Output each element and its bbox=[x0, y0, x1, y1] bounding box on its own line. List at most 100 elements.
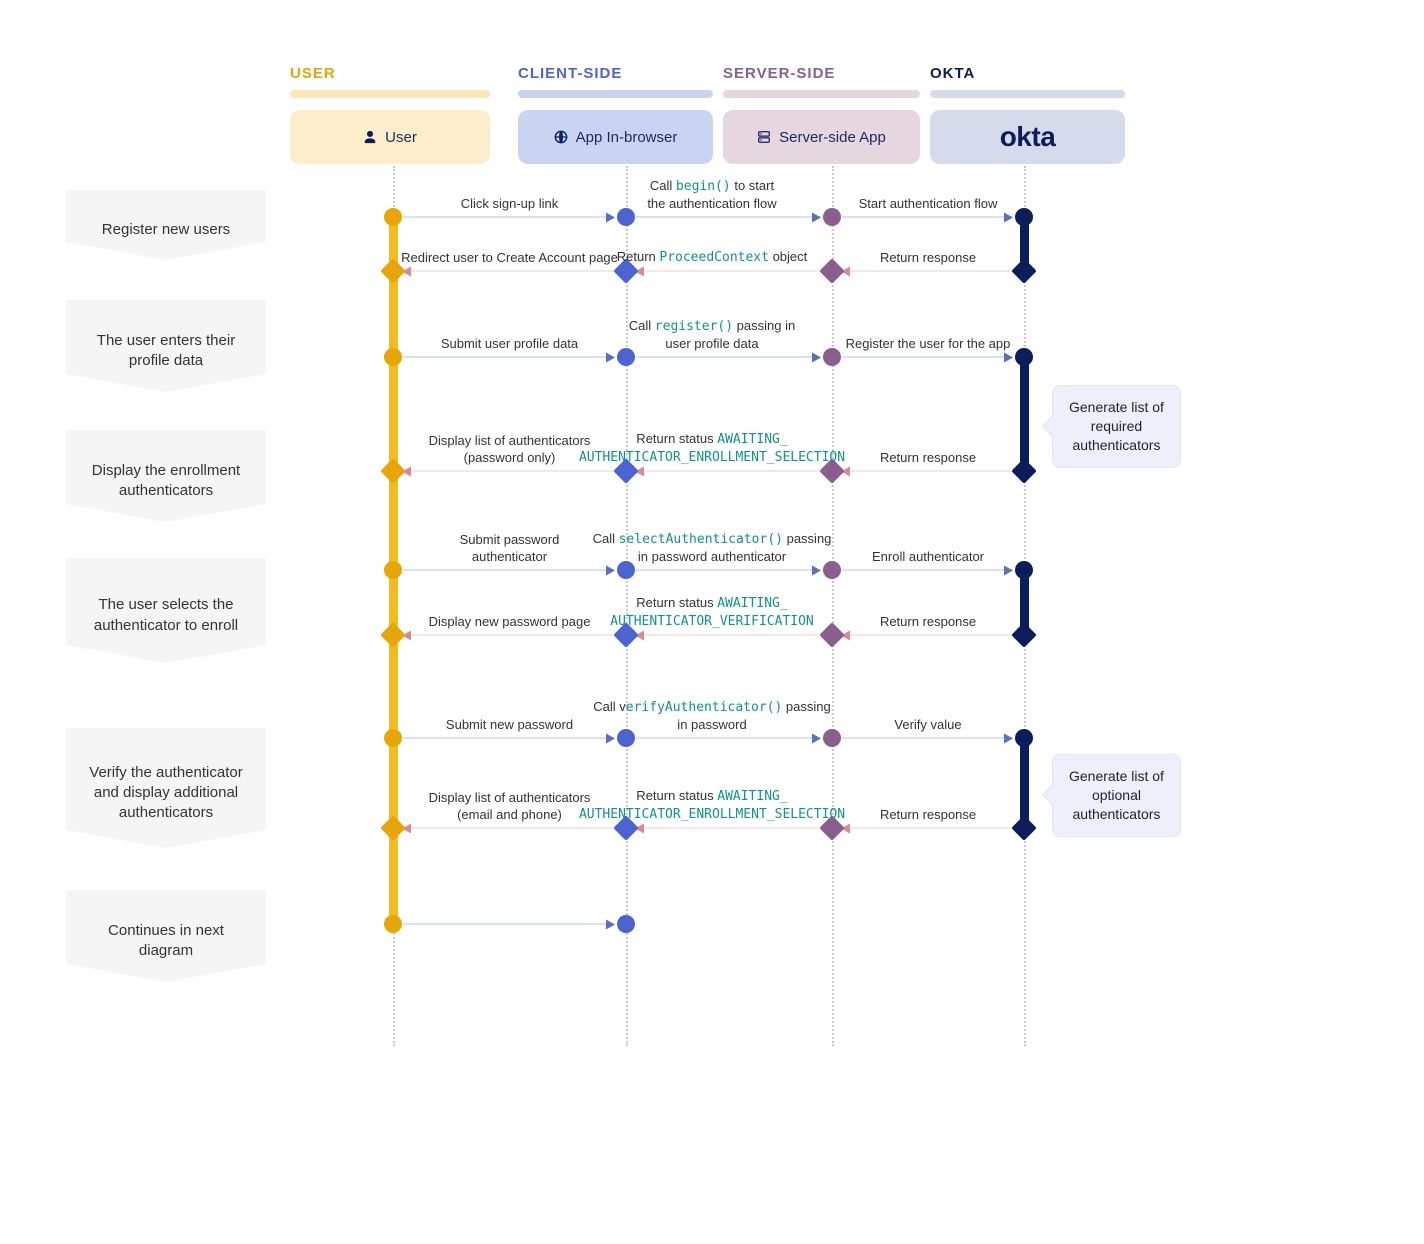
step-1: The user enters their profile data bbox=[66, 300, 266, 392]
arrow-label: Click sign-up link bbox=[461, 196, 559, 213]
lane-box-server: Server-side App bbox=[723, 110, 920, 164]
user-icon bbox=[363, 130, 377, 144]
arrow-label: Call begin() to startthe authentication … bbox=[647, 178, 776, 213]
diamond-marker bbox=[380, 622, 405, 647]
arrow-label: Submit passwordauthenticator bbox=[460, 532, 560, 566]
activation-okta-4 bbox=[1020, 738, 1029, 828]
circle-marker bbox=[384, 915, 402, 933]
arrow-label: Display list of authenticators(email and… bbox=[429, 790, 591, 824]
arrow-label: Verify value bbox=[894, 717, 961, 734]
arrow-label: Display list of authenticators(password … bbox=[429, 433, 591, 467]
circle-marker bbox=[617, 915, 635, 933]
okta-logo: okta bbox=[1000, 121, 1056, 153]
arrow-label: Register the user for the app bbox=[846, 336, 1011, 353]
column-header-client: CLIENT-SIDE bbox=[518, 65, 622, 82]
column-header-server: SERVER-SIDE bbox=[723, 65, 835, 82]
arrow bbox=[842, 357, 1012, 358]
diamond-marker bbox=[1011, 458, 1036, 483]
diamond-marker bbox=[1011, 815, 1036, 840]
arrow-label: Return response bbox=[880, 807, 976, 824]
arrow-label: Enroll authenticator bbox=[872, 549, 984, 566]
arrow bbox=[403, 570, 614, 571]
activation-okta-2 bbox=[1020, 357, 1029, 471]
column-header-okta: OKTA bbox=[930, 65, 975, 82]
arrow bbox=[403, 217, 614, 218]
note-callout-0: Generate list ofrequiredauthenticators bbox=[1052, 385, 1181, 468]
arrow bbox=[842, 828, 1012, 829]
arrow-label: Start authentication flow bbox=[859, 196, 998, 213]
circle-marker bbox=[384, 348, 402, 366]
column-bar-user bbox=[290, 90, 490, 98]
arrow-label: Return status AWAITING_AUTHENTICATOR_ENR… bbox=[579, 788, 845, 824]
arrow-label: Call selectAuthenticator() passingin pas… bbox=[593, 531, 832, 566]
circle-marker bbox=[384, 729, 402, 747]
column-bar-server bbox=[723, 90, 920, 98]
arrow-label: Redirect user to Create Account page bbox=[401, 250, 618, 267]
arrow bbox=[842, 738, 1012, 739]
step-0: Register new users bbox=[66, 190, 266, 260]
diamond-marker bbox=[380, 458, 405, 483]
arrow bbox=[636, 217, 820, 218]
circle-marker bbox=[1015, 729, 1033, 747]
arrow-label: Submit user profile data bbox=[441, 336, 578, 353]
arrow bbox=[636, 357, 820, 358]
diamond-marker bbox=[380, 815, 405, 840]
lane-label: Server-side App bbox=[779, 129, 886, 146]
arrow-label: Return status AWAITING_AUTHENTICATOR_ENR… bbox=[579, 431, 845, 467]
diamond-marker bbox=[819, 622, 844, 647]
arrow-label: Return ProceedContext object bbox=[617, 249, 808, 267]
arrow bbox=[403, 635, 614, 636]
column-bar-client bbox=[518, 90, 713, 98]
circle-marker bbox=[617, 208, 635, 226]
column-bar-okta bbox=[930, 90, 1125, 98]
step-4: Verify the authenticator and display add… bbox=[66, 728, 266, 848]
lane-box-okta: okta bbox=[930, 110, 1125, 164]
lane-label: User bbox=[385, 129, 417, 146]
arrow-label: Return response bbox=[880, 250, 976, 267]
circle-marker bbox=[1015, 348, 1033, 366]
arrow bbox=[636, 738, 820, 739]
arrow bbox=[636, 471, 820, 472]
arrow-label: Return response bbox=[880, 450, 976, 467]
arrow bbox=[403, 738, 614, 739]
server-icon bbox=[757, 130, 771, 144]
arrow-label: Submit new password bbox=[446, 717, 573, 734]
lane-box-user: User bbox=[290, 110, 490, 164]
step-2: Display the enrollment authenticators bbox=[66, 430, 266, 522]
step-3: The user selects the authenticator to en… bbox=[66, 558, 266, 663]
arrow bbox=[403, 357, 614, 358]
arrow bbox=[842, 471, 1012, 472]
arrow-label: Display new password page bbox=[429, 614, 591, 631]
arrow bbox=[842, 271, 1012, 272]
lifeline-server bbox=[832, 166, 834, 1046]
lane-box-client: App In-browser bbox=[518, 110, 713, 164]
arrow-label: Call verifyAuthenticator() passingin pas… bbox=[593, 699, 830, 734]
step-5: Continues in next diagram bbox=[66, 890, 266, 982]
arrow bbox=[636, 828, 820, 829]
circle-marker bbox=[384, 561, 402, 579]
arrow bbox=[842, 635, 1012, 636]
diamond-marker bbox=[1011, 622, 1036, 647]
arrow bbox=[403, 924, 614, 925]
circle-marker bbox=[1015, 561, 1033, 579]
arrow bbox=[403, 471, 614, 472]
globe-icon bbox=[554, 130, 568, 144]
arrow bbox=[842, 217, 1012, 218]
arrow-label: Return response bbox=[880, 614, 976, 631]
lane-label: App In-browser bbox=[576, 129, 678, 146]
arrow-label: Return status AWAITING_AUTHENTICATOR_VER… bbox=[610, 595, 814, 631]
arrow bbox=[636, 635, 820, 636]
circle-marker bbox=[823, 208, 841, 226]
arrow bbox=[636, 570, 820, 571]
diamond-marker bbox=[819, 258, 844, 283]
arrow-label: Call register() passing inuser profile d… bbox=[629, 318, 795, 353]
diamond-marker bbox=[1011, 258, 1036, 283]
circle-marker bbox=[384, 208, 402, 226]
column-header-user: USER bbox=[290, 65, 336, 82]
note-callout-1: Generate list ofoptionalauthenticators bbox=[1052, 754, 1181, 837]
arrow bbox=[403, 828, 614, 829]
circle-marker bbox=[823, 348, 841, 366]
arrow bbox=[403, 271, 614, 272]
circle-marker bbox=[1015, 208, 1033, 226]
arrow bbox=[636, 271, 820, 272]
